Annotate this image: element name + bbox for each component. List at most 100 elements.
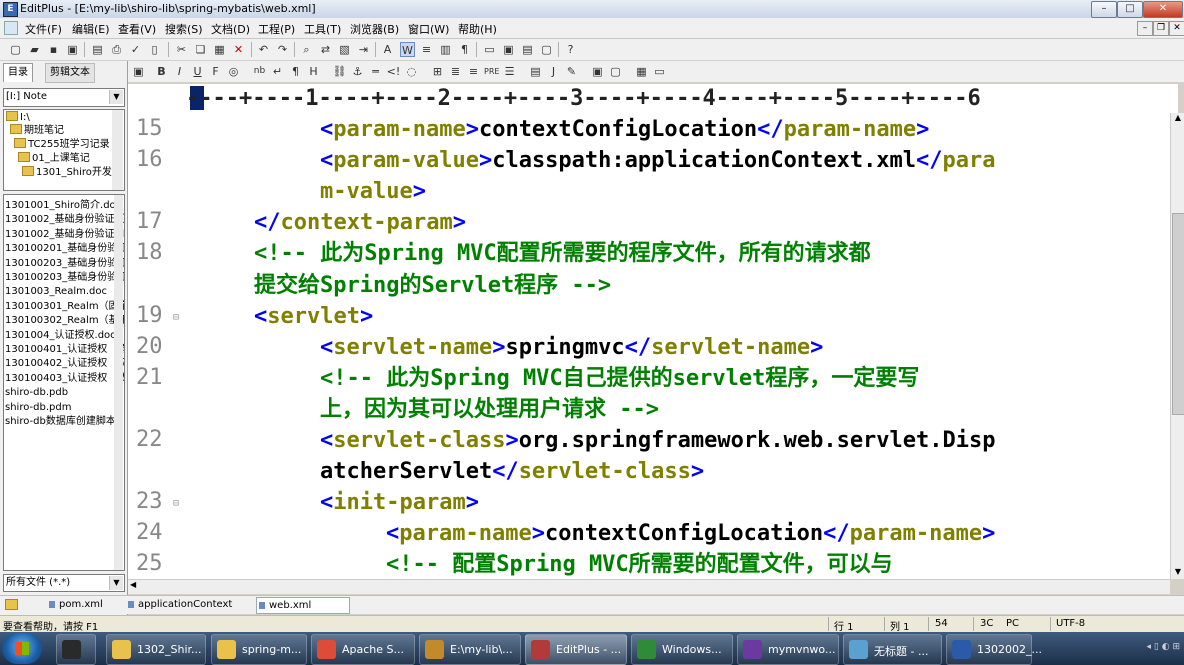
code-line[interactable]: <init-param> bbox=[320, 487, 479, 518]
font-icon[interactable]: A bbox=[380, 42, 395, 57]
code-editor[interactable]: <param-name>contextConfigLocation</param… bbox=[188, 113, 1170, 579]
file-list-item[interactable]: shiro-db数据库创建脚本. bbox=[5, 415, 119, 428]
code-line[interactable]: </context-param> bbox=[254, 207, 466, 238]
editplus-app-icon[interactable]: E bbox=[3, 2, 18, 17]
tab-application-context[interactable]: applicationContext bbox=[126, 597, 243, 612]
line-number-icon[interactable]: ≡ bbox=[419, 42, 434, 57]
code-line[interactable]: <param-name>contextConfigLocation</param… bbox=[320, 114, 929, 145]
tab-cliptext[interactable]: 剪辑文本 bbox=[45, 63, 95, 83]
copy-icon[interactable]: ❏ bbox=[193, 42, 208, 57]
print-preview-icon[interactable]: ▤ bbox=[90, 42, 105, 57]
file-list-item[interactable]: 1301003_Realm.doc bbox=[5, 285, 107, 298]
javascript-icon[interactable]: J bbox=[546, 64, 561, 79]
taskbar-item[interactable]: 1302002_... bbox=[946, 634, 1042, 665]
menu-file[interactable]: 文件(F) bbox=[25, 21, 62, 37]
fold-toggle-icon[interactable]: ⊟ bbox=[173, 498, 179, 509]
redo-icon[interactable]: ↷ bbox=[275, 42, 290, 57]
open-folder-icon[interactable]: ▰ bbox=[27, 42, 42, 57]
code-line[interactable]: <!-- 配置Spring MVC所需要的配置文件，可以与 bbox=[386, 549, 893, 579]
link-icon[interactable]: ⛓ bbox=[332, 64, 347, 79]
paragraph-icon[interactable]: ¶ bbox=[288, 64, 303, 79]
status-file-format[interactable]: PC bbox=[1006, 618, 1019, 629]
scroll-thumb[interactable] bbox=[1172, 213, 1184, 415]
pre-icon[interactable]: PRE bbox=[484, 64, 499, 79]
taskbar-item[interactable]: Windows... bbox=[631, 634, 733, 665]
undo-icon[interactable]: ↶ bbox=[256, 42, 271, 57]
whitespace-icon[interactable]: ¶ bbox=[457, 42, 472, 57]
code-line[interactable]: <!-- 此为Spring MVC自己提供的servlet程序，一定要写 bbox=[320, 363, 919, 394]
file-list-item[interactable]: 1301002_基础身份验证（ bbox=[5, 213, 124, 226]
tree-node[interactable]: I:\ bbox=[6, 111, 30, 124]
linebreak-icon[interactable]: ↵ bbox=[270, 64, 285, 79]
start-button[interactable] bbox=[2, 633, 42, 664]
menu-document[interactable]: 文档(D) bbox=[211, 21, 250, 37]
mdi-close-button[interactable]: ✕ bbox=[1169, 21, 1184, 36]
taskbar-item[interactable] bbox=[56, 634, 96, 665]
code-line[interactable]: m-value> bbox=[320, 176, 426, 207]
find-icon[interactable]: ⌕ bbox=[299, 42, 314, 57]
maximize-button[interactable]: □ bbox=[1117, 1, 1143, 18]
tree-node[interactable]: TC255班学习记录 bbox=[14, 138, 110, 151]
heading-icon[interactable]: H bbox=[306, 64, 321, 79]
align-right-icon[interactable]: ≡ bbox=[466, 64, 481, 79]
close-button[interactable]: ✕ bbox=[1143, 1, 1183, 18]
nbsp-icon[interactable]: nb bbox=[252, 64, 267, 79]
menu-browser[interactable]: 浏览器(B) bbox=[350, 21, 399, 37]
tree-scrollbar[interactable] bbox=[112, 110, 123, 190]
system-tray[interactable]: ◂ ▯ ◐ ⊞ bbox=[1147, 642, 1180, 652]
code-line[interactable]: <param-value>classpath:applicationContex… bbox=[320, 145, 996, 176]
font-tag-icon[interactable]: F bbox=[208, 64, 223, 79]
file-filter-select[interactable]: 所有文件 (*.*) ▼ bbox=[3, 574, 125, 592]
hr-icon[interactable]: ═ bbox=[368, 64, 383, 79]
image-icon[interactable]: ◌ bbox=[404, 64, 419, 79]
save-icon[interactable]: ▪ bbox=[46, 42, 61, 57]
code-line[interactable]: <param-name>contextConfigLocation</param… bbox=[386, 518, 995, 549]
tree-node[interactable]: 1301_Shiro开发 bbox=[22, 166, 112, 179]
menu-tools[interactable]: 工具(T) bbox=[304, 21, 341, 37]
menu-project[interactable]: 工程(P) bbox=[258, 21, 295, 37]
file-list-item[interactable]: shiro-db.pdb bbox=[5, 386, 68, 399]
document-icon[interactable]: ▯ bbox=[147, 42, 162, 57]
chevron-down-icon[interactable]: ▼ bbox=[109, 576, 123, 590]
delete-icon[interactable]: ✕ bbox=[231, 42, 246, 57]
paste-icon[interactable]: ▦ bbox=[212, 42, 227, 57]
directory-window-icon[interactable]: ▤ bbox=[520, 42, 535, 57]
html-preview-icon[interactable]: ▣ bbox=[131, 64, 146, 79]
scroll-left-icon[interactable]: ◀ bbox=[130, 580, 136, 589]
chevron-down-icon[interactable]: ▼ bbox=[109, 90, 123, 104]
menu-help[interactable]: 帮助(H) bbox=[458, 21, 497, 37]
bold-icon[interactable]: B bbox=[154, 64, 169, 79]
menu-view[interactable]: 查看(V) bbox=[118, 21, 156, 37]
char-map-icon[interactable]: ▦ bbox=[634, 64, 649, 79]
css-icon[interactable]: ✎ bbox=[564, 64, 579, 79]
table-icon[interactable]: ⊞ bbox=[430, 64, 445, 79]
code-line[interactable]: <!-- 此为Spring MVC配置所需要的程序文件，所有的请求都 bbox=[254, 238, 871, 269]
code-line[interactable]: atcherServlet</servlet-class> bbox=[320, 456, 704, 487]
file-list-item[interactable]: 130100401_认证授权（角 bbox=[5, 343, 124, 356]
tree-node[interactable]: 期班笔记 bbox=[10, 124, 64, 137]
underline-icon[interactable]: U bbox=[190, 64, 205, 79]
output-window-icon[interactable]: ▣ bbox=[501, 42, 516, 57]
anchor-icon[interactable]: ⚓ bbox=[350, 64, 365, 79]
tab-web-xml[interactable]: web.xml bbox=[256, 597, 350, 614]
code-line[interactable]: 提交给Spring的Servlet程序 --> bbox=[254, 270, 611, 301]
tab-directory[interactable]: 目录 bbox=[3, 63, 33, 82]
scroll-down-icon[interactable]: ▼ bbox=[1172, 567, 1184, 579]
file-list-item[interactable]: 1301004_认证授权.doc bbox=[5, 329, 116, 342]
print-icon[interactable]: ⎙ bbox=[109, 42, 124, 57]
mdi-restore-button[interactable]: ❐ bbox=[1153, 21, 1169, 36]
menu-search[interactable]: 搜索(S) bbox=[165, 21, 203, 37]
mdi-minimize-button[interactable]: – bbox=[1137, 21, 1153, 36]
help-icon[interactable]: ? bbox=[563, 42, 578, 57]
taskbar-item[interactable]: 无标题 - ... bbox=[843, 634, 942, 665]
file-list-item[interactable]: 130100201_基础身份验证 bbox=[5, 242, 124, 255]
ruler-icon[interactable]: ▥ bbox=[438, 42, 453, 57]
align-center-icon[interactable]: ≣ bbox=[448, 64, 463, 79]
find-in-files-icon[interactable]: ▧ bbox=[337, 42, 352, 57]
file-list-scrollbar[interactable] bbox=[114, 195, 123, 570]
taskbar-item[interactable]: mymvnwo... bbox=[737, 634, 839, 665]
file-list-item[interactable]: 130100403_认证授权（数 bbox=[5, 372, 124, 385]
file-list-item[interactable]: 130100402_认证授权（权 bbox=[5, 357, 124, 370]
fold-toggle-icon[interactable]: ⊟ bbox=[173, 312, 179, 323]
menu-window[interactable]: 窗口(W) bbox=[408, 21, 449, 37]
